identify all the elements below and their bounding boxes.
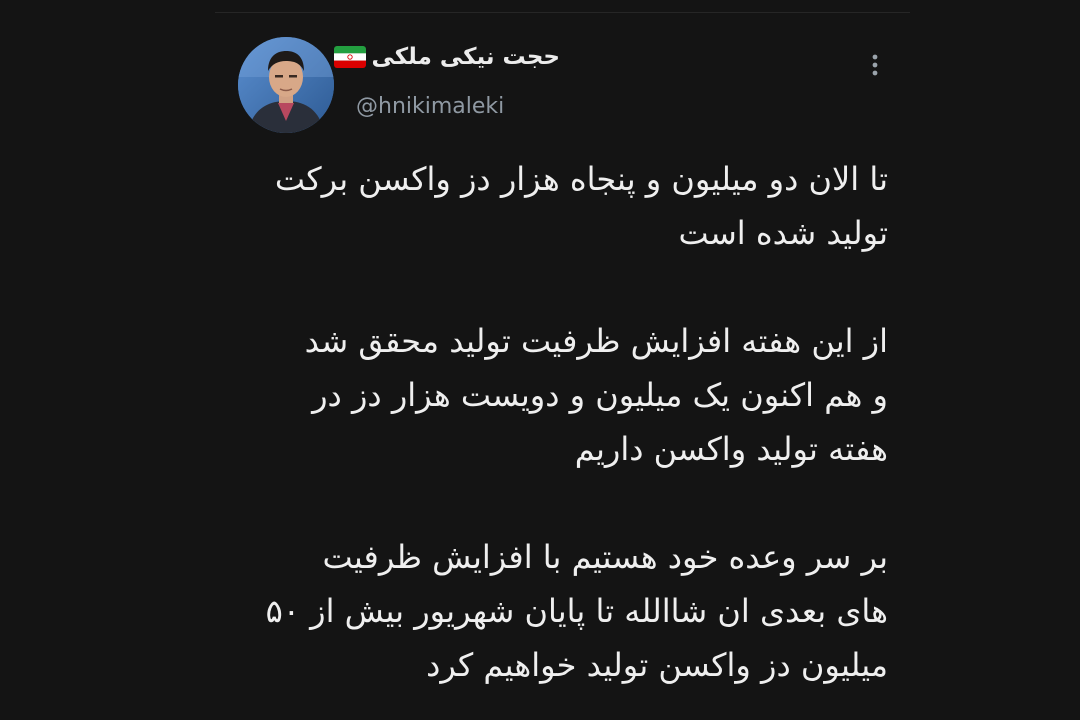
tweet-screenshot: حجت نیکی ملکی @hnikimaleki تا الان دو می… xyxy=(0,0,1080,720)
tweet-line: تا الان دو میلیون و پنجاه هزار دز واکسن … xyxy=(274,160,888,198)
more-vertical-icon[interactable] xyxy=(866,52,884,78)
author-handle[interactable]: @hnikimaleki xyxy=(356,94,504,119)
tweet-line: میلیون دز واکسن تولید خواهیم کرد xyxy=(426,646,888,684)
display-name-text: حجت نیکی ملکی xyxy=(371,44,560,70)
tweet-paragraph: تا الان دو میلیون و پنجاه هزار دز واکسن … xyxy=(228,152,888,260)
tweet-line: بر سر وعده خود هستیم با افزایش ظرفیت xyxy=(322,538,888,576)
tweet-paragraph: از این هفته افزایش ظرفیت تولید محقق شد و… xyxy=(228,314,888,476)
tweet-line: هفته تولید واکسن داریم xyxy=(574,430,888,468)
tweet-line: و هم اکنون یک میلیون و دویست هزار دز در xyxy=(312,376,888,414)
tweet-text: تا الان دو میلیون و پنجاه هزار دز واکسن … xyxy=(228,152,888,692)
avatar-photo xyxy=(238,37,334,133)
avatar[interactable] xyxy=(238,37,334,133)
tweet-line: های بعدی ان شاالله تا پایان شهریور بیش ا… xyxy=(265,592,888,630)
tweet-line: تولید شده است xyxy=(678,214,888,252)
iran-flag-icon xyxy=(333,46,366,68)
author-display-name[interactable]: حجت نیکی ملکی xyxy=(333,44,560,70)
tweet-paragraph: بر سر وعده خود هستیم با افزایش ظرفیت های… xyxy=(228,530,888,692)
top-divider xyxy=(215,12,910,13)
tweet-line: از این هفته افزایش ظرفیت تولید محقق شد xyxy=(304,322,888,360)
